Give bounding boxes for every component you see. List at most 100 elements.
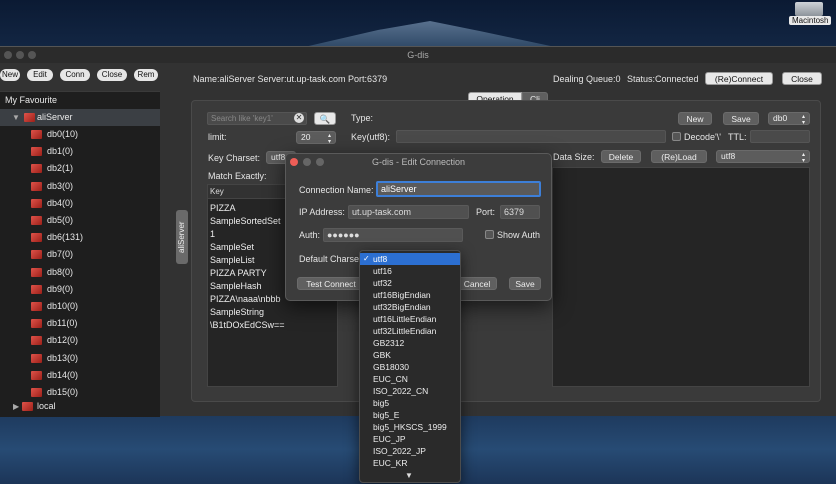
- charset-option[interactable]: EUC_KR: [360, 457, 460, 469]
- charset-option[interactable]: big5: [360, 397, 460, 409]
- auth-input[interactable]: ●●●●●●: [323, 228, 463, 242]
- zoom-window-icon[interactable]: [28, 51, 36, 59]
- sidebar-item-db[interactable]: db4(0): [0, 195, 160, 212]
- dialog-save-button[interactable]: Save: [509, 277, 541, 290]
- connection-sidebar: My Favourite ▼ aliServer db0(10) db1(0) db…: [0, 91, 160, 417]
- db-label: db3(0): [47, 180, 74, 191]
- reload-button[interactable]: (Re)Load: [651, 150, 707, 163]
- show-auth-checkbox[interactable]: [485, 230, 494, 239]
- search-input[interactable]: Search like 'key1': [207, 112, 307, 125]
- ip-input[interactable]: ut.up-task.com: [348, 205, 469, 219]
- key-list-item[interactable]: \B1tDOxEdCSw==: [210, 320, 285, 330]
- charset-option[interactable]: big5_E: [360, 409, 460, 421]
- sidebar-item-db[interactable]: db6(131): [0, 229, 160, 246]
- close-window-icon[interactable]: [4, 51, 12, 59]
- sidebar-item-db[interactable]: db11(0): [0, 315, 160, 332]
- charset-option[interactable]: utf32: [360, 277, 460, 289]
- sidebar-item-db[interactable]: db12(0): [0, 332, 160, 349]
- key-list-item[interactable]: PIZZA\naaa\nbbb: [210, 294, 281, 304]
- server-tab-vertical[interactable]: aliServer: [176, 210, 188, 264]
- clear-search-icon[interactable]: ✕: [294, 113, 304, 123]
- charset-option[interactable]: ISO_2022_CN: [360, 385, 460, 397]
- charset-option-label: utf8: [373, 254, 388, 264]
- charset-option[interactable]: big5_HKSCS_1999: [360, 421, 460, 433]
- sidebar-item-db[interactable]: db8(0): [0, 264, 160, 281]
- dialog-minimize-icon[interactable]: [303, 158, 311, 166]
- sidebar-item-db[interactable]: db13(0): [0, 350, 160, 367]
- key-list-item[interactable]: PIZZA PARTY: [210, 268, 267, 278]
- connection-name-input[interactable]: aliServer: [376, 181, 541, 197]
- hard-drive-icon[interactable]: [795, 2, 823, 16]
- charset-option[interactable]: GB18030: [360, 361, 460, 373]
- sidebar-item-db[interactable]: db2(1): [0, 160, 160, 177]
- charset-option[interactable]: EUC_CN: [360, 373, 460, 385]
- connect-button[interactable]: Conn: [60, 69, 90, 81]
- charset-option[interactable]: GB2312: [360, 337, 460, 349]
- sidebar-item-db[interactable]: db14(0): [0, 367, 160, 384]
- db-select[interactable]: db0: [768, 112, 810, 125]
- server-name: aliServer: [37, 112, 73, 122]
- minimize-window-icon[interactable]: [16, 51, 24, 59]
- remove-connection-button[interactable]: Rem: [134, 69, 158, 81]
- charset-option[interactable]: utf32LittleEndian: [360, 325, 460, 337]
- port-input[interactable]: 6379: [500, 205, 540, 219]
- charset-option[interactable]: ISO_2022_JP: [360, 445, 460, 457]
- test-connect-button[interactable]: Test Connect: [297, 277, 365, 290]
- data-size-label: Data Size:: [553, 152, 595, 162]
- key-list-item[interactable]: SampleHash: [210, 281, 262, 291]
- charset-option[interactable]: utf16LittleEndian: [360, 313, 460, 325]
- close-connection-button[interactable]: Close: [97, 69, 127, 81]
- save-key-button[interactable]: Save: [723, 112, 759, 125]
- limit-stepper[interactable]: 20: [296, 131, 336, 144]
- sidebar-item-db[interactable]: db9(0): [0, 281, 160, 298]
- charset-option[interactable]: utf16BigEndian: [360, 289, 460, 301]
- charset-option-label: GB18030: [373, 362, 409, 372]
- key-list-item[interactable]: SampleSet: [210, 242, 254, 252]
- key-list-item[interactable]: 1: [210, 229, 215, 239]
- search-button[interactable]: 🔍: [314, 112, 336, 125]
- charset-option-label: big5_HKSCS_1999: [373, 422, 447, 432]
- scroll-down-arrow-icon[interactable]: ▼: [405, 471, 413, 480]
- local-node[interactable]: ▶ local: [0, 398, 160, 415]
- type-label: Type:: [351, 113, 374, 123]
- db-label: db14(0): [47, 369, 79, 380]
- new-key-button[interactable]: New: [678, 112, 712, 125]
- expand-caret-icon[interactable]: ▼: [12, 109, 20, 126]
- charset-option[interactable]: utf16: [360, 265, 460, 277]
- key-list-item[interactable]: SampleSortedSet: [210, 216, 281, 226]
- key-input[interactable]: [396, 130, 666, 143]
- charset-option[interactable]: GBK: [360, 349, 460, 361]
- value-charset-select[interactable]: utf8: [716, 150, 810, 163]
- sidebar-item-db[interactable]: db1(0): [0, 143, 160, 160]
- dialog-close-icon[interactable]: [290, 158, 298, 166]
- connection-info: Name:aliServer Server:ut.up-task.com Por…: [193, 74, 388, 84]
- sidebar-item-db[interactable]: db7(0): [0, 246, 160, 263]
- collapse-caret-icon[interactable]: ▶: [13, 398, 19, 415]
- key-list-item[interactable]: PIZZA: [210, 203, 236, 213]
- charset-option[interactable]: EUC_JP: [360, 433, 460, 445]
- value-editor[interactable]: [552, 167, 810, 387]
- decode-checkbox[interactable]: [672, 132, 681, 141]
- ttl-input[interactable]: [750, 130, 810, 143]
- dialog-zoom-icon[interactable]: [316, 158, 324, 166]
- database-icon: [31, 388, 42, 397]
- delete-button[interactable]: Delete: [601, 150, 641, 163]
- reconnect-button[interactable]: (Re)Connect: [705, 72, 773, 85]
- sidebar-item-db[interactable]: db0(10): [0, 126, 160, 143]
- charset-option[interactable]: ✓ utf8: [360, 253, 460, 265]
- close-button[interactable]: Close: [782, 72, 822, 85]
- server-node[interactable]: ▼ aliServer: [0, 109, 160, 126]
- key-list-item[interactable]: SampleList: [210, 255, 255, 265]
- sidebar-item-db[interactable]: db10(0): [0, 298, 160, 315]
- key-list-item[interactable]: SampleString: [210, 307, 264, 317]
- cancel-button[interactable]: Cancel: [457, 277, 497, 290]
- drive-label[interactable]: Macintosh: [789, 16, 832, 25]
- charset-option[interactable]: utf32BigEndian: [360, 301, 460, 313]
- key-charset-label: Key Charset:: [208, 153, 261, 163]
- edit-connection-button[interactable]: Edit: [27, 69, 53, 81]
- db-label: db8(0): [47, 266, 74, 277]
- new-connection-button[interactable]: New: [0, 69, 20, 81]
- sidebar-item-db[interactable]: db5(0): [0, 212, 160, 229]
- dialog-title-text: G-dis - Edit Connection: [371, 157, 466, 167]
- sidebar-item-db[interactable]: db3(0): [0, 178, 160, 195]
